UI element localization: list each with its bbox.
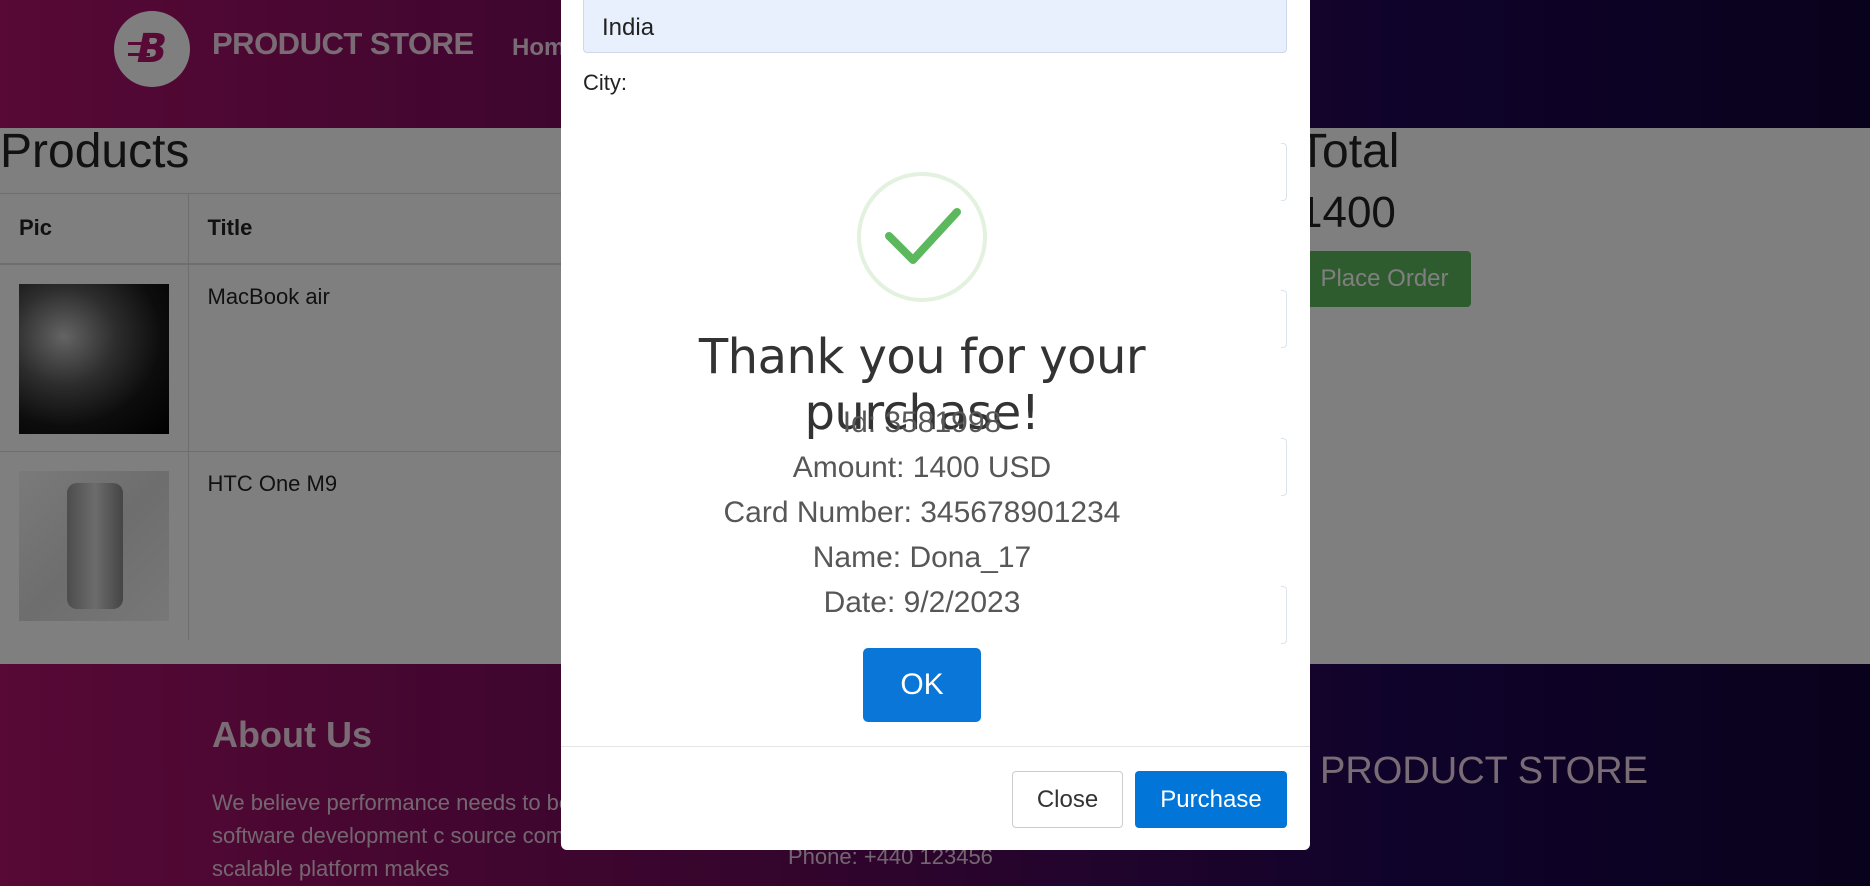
modal-footer-divider <box>561 746 1310 747</box>
purchase-success-alert: Thank you for your purchase! Id: 3581998… <box>574 132 1270 746</box>
order-date: Date: 9/2/2023 <box>823 586 1021 619</box>
city-input-edge[interactable] <box>1281 143 1287 201</box>
country-input[interactable] <box>583 0 1287 53</box>
order-card-number: Card Number: 345678901234 <box>723 496 1121 529</box>
alert-details: Id: 3581998 Amount: 1400 USD Card Number… <box>574 400 1270 625</box>
year-input-edge[interactable] <box>1281 586 1287 644</box>
order-name: Name: Dona_17 <box>812 541 1032 574</box>
order-id: Id: 3581998 <box>842 406 1002 439</box>
purchase-button[interactable]: Purchase <box>1135 771 1287 828</box>
credit-card-input-edge[interactable] <box>1281 290 1287 348</box>
city-label: City: <box>583 70 627 95</box>
month-input-edge[interactable] <box>1281 438 1287 496</box>
close-button[interactable]: Close <box>1012 771 1123 828</box>
checkmark-icon <box>857 172 987 302</box>
ok-button[interactable]: OK <box>863 648 981 722</box>
order-amount: Amount: 1400 USD <box>792 451 1052 484</box>
